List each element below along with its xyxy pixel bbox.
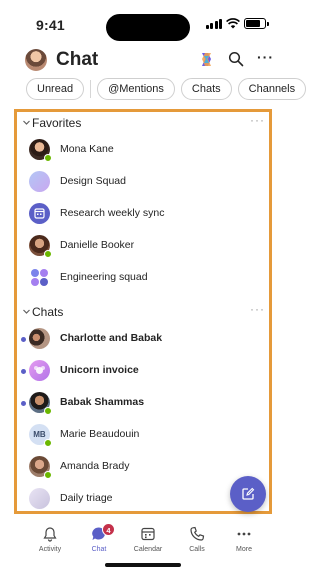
favorites-header[interactable]: Favorites ··· [17,113,269,135]
avatar-initials: MB [33,430,46,439]
tab-label: More [236,546,252,553]
list-item-label: Charlotte and Babak [60,332,163,344]
presence-available-icon [44,250,52,258]
list-item[interactable]: Mona Kane [17,135,269,167]
tab-calendar[interactable]: Calendar [126,526,170,562]
filter-mentions[interactable]: @Mentions [97,78,175,100]
compose-icon [242,487,255,500]
list-item-label: Mona Kane [60,143,114,155]
chats-header[interactable]: Chats ··· [17,302,269,324]
person-avatar [29,392,52,415]
more-icon[interactable]: ··· [250,113,265,127]
list-item-label: Amanda Brady [60,460,130,472]
tab-calls[interactable]: Calls [175,526,219,562]
status-bar: 9:41 [0,0,286,46]
more-icon [237,532,251,536]
tab-label: Activity [38,546,62,553]
person-avatar [29,139,52,162]
presence-available-icon [44,154,52,162]
list-item-label: Marie Beaudouin [60,428,140,440]
list-item-label: Design Squad [60,175,126,187]
list-item-label: Engineering squad [60,271,148,283]
group-avatar [29,328,50,349]
tab-more[interactable]: More [222,526,266,562]
presence-available-icon [44,407,52,415]
list-item[interactable]: Charlotte and Babak [17,324,269,356]
dynamic-island [106,14,190,41]
list-item[interactable]: Danielle Booker [17,231,269,263]
filter-chats[interactable]: Chats [180,78,232,100]
chat-list: Favorites ··· Mona Kane Design Squad Res… [14,109,272,514]
app-header: Chat ··· [0,46,286,76]
filter-unread[interactable]: Unread [26,78,85,100]
filter-channels[interactable]: Channels [237,78,307,100]
unread-badge: 4 [102,523,115,536]
search-icon[interactable] [228,51,244,67]
group-avatar [29,267,50,288]
tab-activity[interactable]: Activity [28,526,72,562]
tab-chat[interactable]: 4 Chat [77,523,121,562]
list-item[interactable]: Babak Shammas [17,388,269,420]
tab-bar: Activity 4 Chat Calendar Calls More [0,520,286,569]
list-item[interactable]: Unicorn invoice [17,356,269,388]
copilot-icon[interactable] [198,51,215,68]
list-item-label: Daily triage [60,492,113,504]
tab-label: Calendar [133,546,163,553]
battery-icon [244,18,269,29]
phone-icon [190,526,205,541]
presence-available-icon [44,439,52,447]
page-title: Chat [56,49,99,70]
person-avatar [29,235,52,258]
new-chat-button[interactable] [230,476,266,512]
chevron-down-icon [23,120,30,125]
unread-indicator [21,337,26,342]
list-item[interactable]: Engineering squad [17,263,269,295]
more-icon[interactable]: ··· [250,302,265,316]
initials-avatar: MB [29,424,52,447]
list-item-label: Research weekly sync [60,207,165,219]
avatar[interactable] [25,49,47,71]
section-title-favorites: Favorites [32,116,82,130]
tab-label: Chat [91,546,107,553]
list-item-label: Unicorn invoice [60,364,139,376]
list-item-label: Babak Shammas [60,396,145,408]
unread-indicator [21,401,26,406]
filter-chips: Unread @Mentions Chats Channels [26,78,307,100]
unread-indicator [21,369,26,374]
signal-icon [205,18,222,29]
calendar-icon [29,203,50,224]
tab-label: Calls [189,546,205,553]
person-avatar [29,456,52,479]
list-item-label: Danielle Booker [60,239,135,251]
status-icons [205,18,269,29]
chevron-down-icon [23,309,30,314]
wifi-icon [226,18,240,29]
phone-screen: 9:41 Chat ··· Unread @Mentions Chats Cha… [0,0,307,569]
home-indicator [105,563,181,567]
list-item[interactable]: Design Squad [17,167,269,199]
group-avatar [29,171,50,192]
presence-available-icon [44,471,52,479]
chip-divider [90,80,92,98]
group-avatar [29,488,50,509]
group-avatar [29,360,50,381]
calendar-icon [141,527,155,541]
section-title-chats: Chats [32,305,64,319]
status-time: 9:41 [36,17,65,33]
bell-icon [43,527,57,542]
battery-level [246,20,261,27]
list-item[interactable]: Research weekly sync [17,199,269,231]
list-item[interactable]: MB Marie Beaudouin [17,420,269,452]
list-item[interactable]: Amanda Brady [17,452,269,484]
more-icon[interactable]: ··· [257,50,275,67]
